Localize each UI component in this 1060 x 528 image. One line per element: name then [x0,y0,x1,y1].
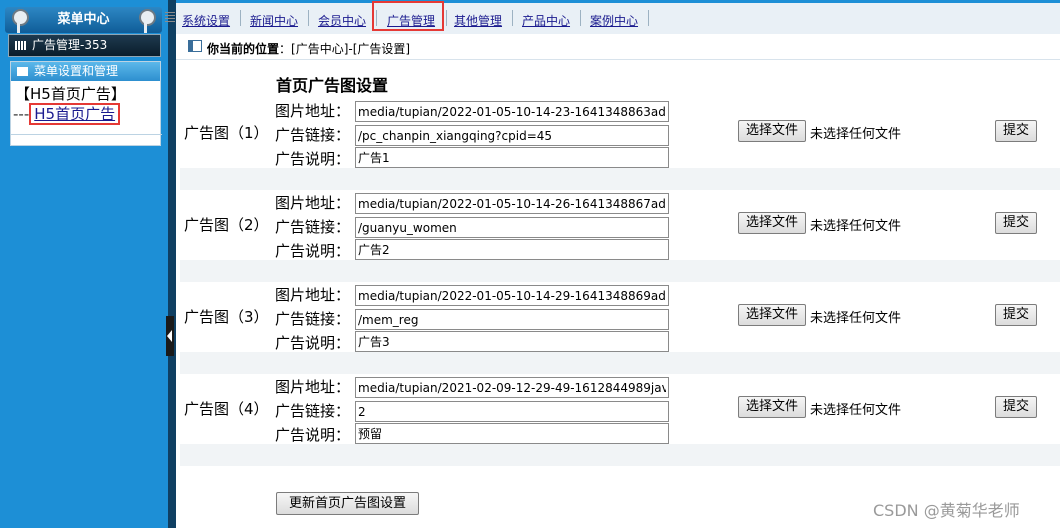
link-field-label: 广告链接： [275,402,351,420]
nav-grip-icon [165,12,175,24]
no-file-text: 未选择任何文件 [810,219,902,234]
breadcrumb-text: 你当前的位置：[广告中心]-[广告设置] [207,40,410,57]
link-field-label: 广告链接： [275,126,351,144]
grid-icon [15,41,27,50]
active-nav-highlight [372,1,444,31]
ad-row-4: 广告图（4） 图片地址： 广告链接： 广告说明： 选择文件 未选择任何文件 提交 [180,374,1060,444]
desc-field-label: 广告说明： [275,334,351,352]
ad-desc-input[interactable] [355,239,669,260]
choose-file-button[interactable]: 选择文件 [738,304,806,326]
breadcrumb-path: ：[广告中心]-[广告设置] [279,42,411,56]
page-title: 首页广告图设置 [276,76,389,95]
no-file-text: 未选择任何文件 [810,403,902,418]
sidebar: 菜单中心 广告管理-353 菜单设置和管理 【H5首页广告】 --- H5首页广告 [0,0,168,528]
ad-label: 广告图（4） [184,400,269,418]
ad-link-input[interactable] [355,401,669,422]
image-url-input[interactable] [355,285,669,306]
breadcrumb: 你当前的位置：[广告中心]-[广告设置] [176,34,1060,60]
ad-label: 广告图（3） [184,308,269,326]
nav-separator [512,10,513,26]
row-spacer [180,260,1060,282]
ad-link-input[interactable] [355,217,669,238]
menu-group-label: 【H5首页广告】 [15,85,126,103]
ad-desc-input[interactable] [355,147,669,168]
current-module-box: 广告管理-353 [8,34,161,57]
breadcrumb-label: 你当前的位置 [207,42,280,56]
no-file-text: 未选择任何文件 [810,311,902,326]
ad-label: 广告图（2） [184,216,269,234]
no-file-text: 未选择任何文件 [810,127,902,142]
ad-link-input[interactable] [355,125,669,146]
menu-panel-title: 菜单设置和管理 [34,64,119,78]
nav-separator [308,10,309,26]
nav-separator [648,10,649,26]
choose-file-button[interactable]: 选择文件 [738,120,806,142]
nav-separator [580,10,581,26]
image-url-input[interactable] [355,377,669,398]
submit-button[interactable]: 提交 [995,396,1037,418]
choose-file-button[interactable]: 选择文件 [738,396,806,418]
row-spacer [180,444,1060,466]
frame-divider [168,0,176,528]
nav-separator [446,10,447,26]
ad-label: 广告图（1） [184,124,269,142]
link-field-label: 广告链接： [275,310,351,328]
submit-button[interactable]: 提交 [995,120,1037,142]
current-module-label: 广告管理-353 [32,38,108,52]
page-icon [188,40,202,52]
desc-field-label: 广告说明： [275,426,351,444]
desc-field-label: 广告说明： [275,150,351,168]
nav-system-settings[interactable]: 系统设置 [182,12,230,29]
menu-item-row: --- H5首页广告 [13,103,160,125]
desc-field-label: 广告说明： [275,242,351,260]
list-icon [17,67,28,76]
nav-case-center[interactable]: 案例中心 [590,12,638,29]
nav-other-management[interactable]: 其他管理 [454,12,502,29]
ring-left-icon [12,9,29,33]
ad-desc-input[interactable] [355,423,669,444]
row-spacer [180,352,1060,374]
ad-row-2: 广告图（2） 图片地址： 广告链接： 广告说明： 选择文件 未选择任何文件 提交 [180,190,1060,260]
image-field-label: 图片地址： [275,378,351,396]
menu-item-h5-ad[interactable]: H5首页广告 [29,103,121,125]
ring-right-icon [139,9,156,33]
update-ad-settings-button[interactable]: 更新首页广告图设置 [276,492,419,515]
menu-item-prefix: --- [13,105,30,123]
ad-link-input[interactable] [355,309,669,330]
image-url-input[interactable] [355,101,669,122]
image-field-label: 图片地址： [275,102,351,120]
nav-member-center[interactable]: 会员中心 [318,12,366,29]
ad-row-1: 广告图（1） 图片地址： 广告链接： 广告说明： 选择文件 未选择任何文件 提交 [180,98,1060,168]
submit-button[interactable]: 提交 [995,212,1037,234]
menu-panel: 菜单设置和管理 【H5首页广告】 --- H5首页广告 [10,61,162,146]
choose-file-button[interactable]: 选择文件 [738,212,806,234]
image-field-label: 图片地址： [275,194,351,212]
menu-panel-header: 菜单设置和管理 [11,62,160,81]
submit-button[interactable]: 提交 [995,304,1037,326]
image-url-input[interactable] [355,193,669,214]
collapse-sidebar-toggle[interactable] [166,316,174,356]
ad-desc-input[interactable] [355,331,669,352]
link-field-label: 广告链接： [275,218,351,236]
main-content: 首页广告图设置 广告图（1） 图片地址： 广告链接： 广告说明： 选择文件 未选… [180,60,1060,528]
nav-separator [240,10,241,26]
panel-divider [11,134,162,135]
image-field-label: 图片地址： [275,286,351,304]
nav-news-center[interactable]: 新闻中心 [250,12,298,29]
row-spacer [180,168,1060,190]
nav-product-center[interactable]: 产品中心 [522,12,570,29]
watermark: CSDN @黄菊华老师 [873,501,1020,520]
ad-row-3: 广告图（3） 图片地址： 广告链接： 广告说明： 选择文件 未选择任何文件 提交 [180,282,1060,352]
